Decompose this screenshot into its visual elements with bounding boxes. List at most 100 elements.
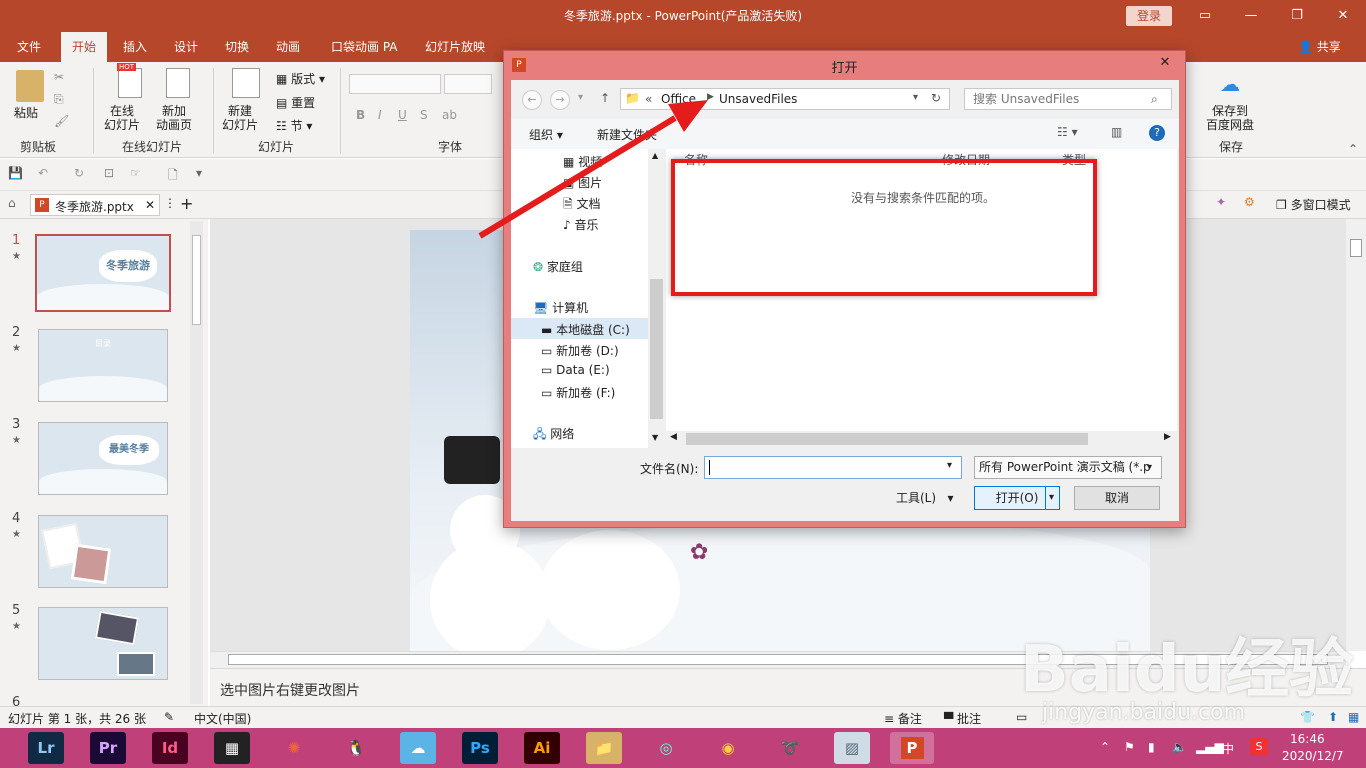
cut-icon[interactable]: ✂: [54, 70, 64, 84]
thumbs-scrollbar[interactable]: [190, 221, 203, 704]
nav-item-network[interactable]: 🖧 网络: [533, 425, 574, 446]
tray-volume-icon[interactable]: 🔈: [1172, 740, 1187, 754]
filetype-dropdown-icon[interactable]: ▾: [1147, 457, 1152, 478]
tab-design[interactable]: 设计: [174, 32, 198, 62]
nav-item-drive-d[interactable]: ▭ 新加卷 (D:): [541, 342, 619, 359]
layout-button[interactable]: ▦ 版式 ▾: [276, 70, 325, 87]
tray-battery-icon[interactable]: ▮: [1148, 740, 1155, 754]
customize-qat-icon[interactable]: ▾: [196, 166, 202, 180]
notes-toggle[interactable]: ≡ 备注: [884, 710, 922, 727]
tab-slideshow[interactable]: 幻灯片放映: [425, 32, 485, 62]
slideshow-icon[interactable]: ⊡: [104, 166, 114, 180]
refresh-icon[interactable]: ↻: [931, 91, 941, 105]
scrollbar-thumb[interactable]: [1350, 239, 1362, 257]
filelist-hscrollbar[interactable]: ◀ ▶: [666, 431, 1177, 448]
video-app-icon[interactable]: ▦: [214, 732, 250, 764]
preview-pane-icon[interactable]: ▥: [1111, 125, 1122, 139]
app-bird-icon[interactable]: ➰: [772, 732, 808, 764]
nav-item-homegroup[interactable]: ❂ 家庭组: [533, 258, 583, 275]
new-file-icon[interactable]: 🗋: [168, 166, 178, 187]
premiere-app[interactable]: Pr: [90, 732, 126, 764]
canvas-vscrollbar[interactable]: [1346, 219, 1366, 651]
chrome-icon[interactable]: ◉: [710, 732, 746, 764]
ribbon-display-icon[interactable]: ▭: [1182, 0, 1228, 32]
online-slide-button[interactable]: 在线 幻灯片: [104, 104, 140, 132]
save-icon[interactable]: 💾: [8, 166, 23, 180]
underline-icon[interactable]: U: [398, 108, 407, 122]
multiwindow-button[interactable]: ❐ 多窗口模式: [1276, 196, 1351, 213]
login-button[interactable]: 登录: [1126, 6, 1172, 26]
normal-view-icon[interactable]: ▭: [1016, 710, 1027, 724]
maximize-icon[interactable]: ❐: [1274, 0, 1320, 32]
photoshop-app[interactable]: Ps: [462, 732, 498, 764]
qq-app-icon[interactable]: 🐧: [338, 732, 374, 764]
nav-item-drive-e[interactable]: ▭ Data (E:): [541, 363, 610, 377]
font-size-select[interactable]: [444, 74, 492, 94]
filename-dropdown-icon[interactable]: ▾: [947, 460, 952, 471]
nav-item-drive-c[interactable]: ▬ 本地磁盘 (C:): [511, 318, 648, 339]
open-button[interactable]: 打开(O) ▾: [974, 486, 1060, 510]
settings-gear-icon[interactable]: ⚙: [1244, 195, 1255, 209]
close-tab-icon[interactable]: ✕: [145, 198, 155, 212]
slide-thumbnail[interactable]: [38, 515, 168, 588]
spellcheck-icon[interactable]: ✎: [164, 710, 174, 724]
baidu-cloud-icon[interactable]: ☁: [1216, 72, 1244, 96]
tab-animations[interactable]: 动画: [276, 32, 300, 62]
tray-chevron-icon[interactable]: ⌃: [1100, 740, 1110, 754]
scrollbar-thumb[interactable]: [686, 433, 1088, 445]
clock-time[interactable]: 16:46: [1290, 732, 1325, 746]
slide-thumbnail[interactable]: 冬季旅游: [35, 234, 171, 312]
breadcrumb-unsavedfiles[interactable]: UnsavedFiles: [719, 92, 797, 106]
help-icon[interactable]: ?: [1149, 125, 1165, 141]
cancel-button[interactable]: 取消: [1074, 486, 1160, 510]
new-slide-icon[interactable]: [232, 68, 260, 98]
nav-item-drive-f[interactable]: ▭ 新加卷 (F:): [541, 384, 615, 401]
filetype-select[interactable]: 所有 PowerPoint 演示文稿 (*.p ▾: [974, 456, 1162, 479]
tray-network-icon[interactable]: ▂▄▆: [1196, 740, 1224, 754]
bold-icon[interactable]: B: [356, 108, 365, 122]
chat-app-icon[interactable]: ☁: [400, 732, 436, 764]
view-options-icon[interactable]: ☷ ▾: [1057, 125, 1078, 139]
language-indicator[interactable]: 中文(中国): [194, 710, 251, 727]
redo-icon[interactable]: ↻: [74, 166, 84, 180]
tools-menu[interactable]: 工具(L) ▾: [896, 489, 954, 506]
home-icon[interactable]: ⌂: [8, 196, 16, 210]
sogou-icon[interactable]: S: [1250, 738, 1268, 756]
tab-transitions[interactable]: 切换: [225, 32, 249, 62]
online-slide-icon[interactable]: HOT: [117, 63, 142, 98]
paste-icon[interactable]: [16, 70, 44, 102]
shirt-icon[interactable]: 👕: [1300, 710, 1315, 724]
document-tab[interactable]: P 冬季旅游.pptx ✕: [30, 194, 160, 216]
format-painter-icon[interactable]: 🖌: [54, 114, 69, 128]
tab-home[interactable]: 开始: [61, 32, 108, 62]
scroll-left-icon[interactable]: ◀: [670, 432, 677, 442]
slide-thumbnail[interactable]: 目录: [38, 329, 168, 402]
sparkle-icon[interactable]: ✦: [1216, 195, 1226, 209]
clock-date[interactable]: 2020/12/7: [1282, 749, 1344, 763]
file-explorer-icon[interactable]: 📁: [586, 732, 622, 764]
grid-icon[interactable]: ▦: [1348, 710, 1359, 724]
app-pinwheel-icon[interactable]: ✺: [276, 732, 312, 764]
save-baidu-button[interactable]: 保存到 百度网盘: [1206, 104, 1254, 132]
new-slide-button[interactable]: 新建 幻灯片: [222, 104, 258, 132]
filename-input[interactable]: ▾: [704, 456, 962, 479]
italic-icon[interactable]: I: [378, 108, 382, 122]
lightroom-app[interactable]: Lr: [28, 732, 64, 764]
minimize-icon[interactable]: —: [1228, 0, 1274, 32]
tab-pocket-anim[interactable]: 口袋动画 PA: [331, 32, 398, 62]
scroll-down-icon[interactable]: ▼: [652, 433, 658, 442]
comments-toggle[interactable]: ▀ 批注: [944, 710, 981, 727]
shadow-icon[interactable]: S: [420, 108, 428, 122]
more-icon[interactable]: ⋮: [164, 196, 176, 210]
ime-indicator[interactable]: 中: [1222, 740, 1234, 757]
undo-icon[interactable]: ↶: [38, 166, 48, 180]
touch-mode-icon[interactable]: ☞: [130, 166, 141, 180]
reset-button[interactable]: ▤ 重置: [276, 94, 315, 111]
paste-button[interactable]: 粘贴: [14, 104, 38, 121]
scrollbar-thumb[interactable]: [192, 235, 201, 325]
tab-insert[interactable]: 插入: [123, 32, 147, 62]
slide-thumbnail[interactable]: 最美冬季: [38, 422, 168, 495]
dialog-close-icon[interactable]: ✕: [1155, 55, 1175, 73]
search-input[interactable]: 搜索 UnsavedFiles ⌕: [964, 88, 1172, 110]
share-button[interactable]: 👤 共享: [1298, 32, 1341, 62]
